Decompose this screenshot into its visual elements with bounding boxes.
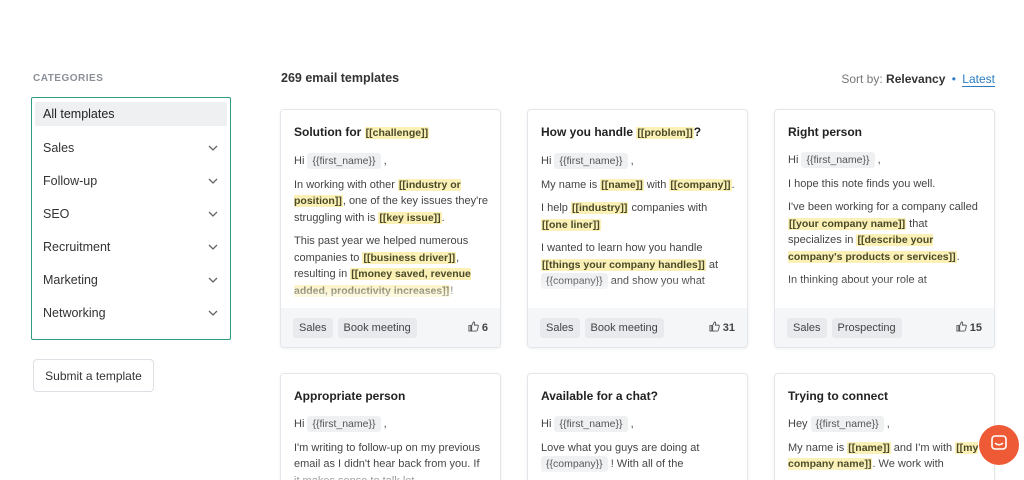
chevron-down-icon [208,176,218,186]
chat-launcher-button[interactable] [979,425,1019,465]
template-count: 269 email templates [281,71,400,85]
thumbs-up-icon [956,321,967,335]
card-title: How you handle [[problem]]? [541,125,702,139]
category-label: Follow-up [43,173,98,188]
categories-heading: CATEGORIES [33,73,104,84]
likes-count[interactable]: 15 [956,321,982,335]
sort-relevancy[interactable]: Relevancy [886,72,945,86]
category-label: All templates [43,107,115,121]
card-greeting: Hi {{first_name}} , [294,153,387,169]
card-greeting: Hi {{first_name}} , [788,152,881,168]
card-title: Appropriate person [294,389,406,403]
sort-control: Sort by: Relevancy • Latest [841,72,995,87]
chat-icon [990,434,1008,457]
card-paragraph: I hope this note finds you well. [788,177,936,190]
category-marketing[interactable]: Marketing [35,263,227,296]
template-card[interactable]: Trying to connect Hey {{first_name}} , M… [774,373,995,480]
template-card[interactable]: Solution for [[challenge]] Hi {{first_na… [280,109,501,348]
card-paragraph: Love what you guys are doing at {{compan… [541,441,700,472]
card-title: Available for a chat? [541,389,658,403]
category-follow-up[interactable]: Follow-up [35,164,227,197]
category-label: Sales [43,140,75,155]
likes-count[interactable]: 6 [468,321,488,335]
card-paragraph: My name is [[name]] and I'm with [[my co… [788,441,979,470]
card-footer: Sales Book meeting 31 [528,308,747,347]
tag[interactable]: Sales [787,318,827,338]
card-paragraph: I help [[industry]] companies with [[one… [541,202,708,231]
chevron-down-icon [208,275,218,285]
card-greeting: Hi {{first_name}} , [294,416,387,432]
card-title: Trying to connect [788,389,889,403]
template-card[interactable]: Available for a chat? Hi {{first_name}} … [527,373,748,480]
card-greeting: Hi {{first_name}} , [541,153,634,169]
thumbs-up-icon [709,321,720,335]
category-recruitment[interactable]: Recruitment [35,230,227,263]
category-label: Recruitment [43,239,111,254]
template-card[interactable]: How you handle [[problem]]? Hi {{first_n… [527,109,748,348]
template-card[interactable]: Appropriate person Hi {{first_name}} , I… [280,373,501,480]
card-paragraph: I'm writing to follow-up on my previous … [294,441,481,480]
card-paragraph: My name is [[name]] with [[company]]. [541,178,735,191]
card-paragraph: This past year we helped numerous compan… [294,235,471,297]
sort-latest-link[interactable]: Latest [962,72,995,87]
card-paragraph: In working with other [[industry or posi… [294,178,489,224]
category-label: Networking [43,305,106,320]
category-sales[interactable]: Sales [35,131,227,164]
card-paragraph: I wanted to learn how you handle [[thing… [541,242,718,289]
category-networking[interactable]: Networking [35,296,227,329]
chevron-down-icon [208,308,218,318]
card-greeting: Hi {{first_name}} , [541,416,634,432]
category-all-templates[interactable]: All templates [35,102,227,126]
card-footer: Sales Book meeting 6 [281,308,500,347]
tag[interactable]: Sales [293,318,333,338]
tag[interactable]: Prospecting [831,318,902,338]
template-card[interactable]: Right person Hi {{first_name}} , I hope … [774,109,995,348]
chevron-down-icon [208,143,218,153]
category-seo[interactable]: SEO [35,197,227,230]
card-title: Right person [788,125,862,139]
submit-template-button[interactable]: Submit a template [33,359,154,392]
card-paragraph: I've been working for a company called [… [788,201,978,263]
card-title: Solution for [[challenge]] [294,125,430,139]
categories-list: All templates Sales Follow-up SEO Recrui… [31,97,231,340]
category-label: SEO [43,206,70,221]
category-label: Marketing [43,272,98,287]
tag[interactable]: Sales [540,318,580,338]
sort-prefix: Sort by: [841,72,883,86]
chevron-down-icon [208,242,218,252]
thumbs-up-icon [468,321,479,335]
sort-separator: • [951,72,956,86]
tag[interactable]: Book meeting [337,318,417,338]
card-footer: Sales Prospecting 15 [775,308,994,347]
tag[interactable]: Book meeting [584,318,664,338]
card-paragraph: In thinking about your role at [788,274,927,286]
card-greeting: Hey {{first_name}} , [788,416,890,432]
chevron-down-icon [208,209,218,219]
likes-count[interactable]: 31 [709,321,735,335]
